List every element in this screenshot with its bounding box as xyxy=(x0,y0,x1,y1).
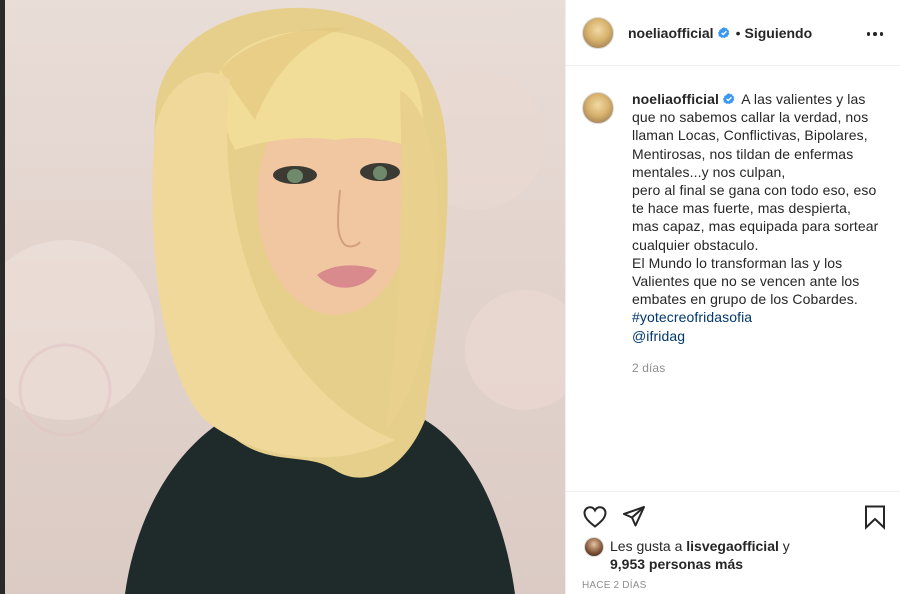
caption-line: mas capaz, mas equipada para sortear xyxy=(632,218,879,235)
likes-count[interactable]: 9,953 personas más xyxy=(610,556,743,572)
liker-avatar[interactable] xyxy=(584,537,604,557)
post-header: noeliaofficial • Siguiendo xyxy=(566,0,900,66)
post-photo[interactable] xyxy=(5,0,565,594)
caption-line: cualquier obstaculo. xyxy=(632,236,759,253)
author-avatar[interactable] xyxy=(582,16,614,49)
caption-line: que no sabemos callar la verdad, nos xyxy=(632,109,869,126)
caption-line: Valientes que no se vencen ante los xyxy=(632,273,860,290)
likes-conjunction: y xyxy=(782,538,790,554)
author-username[interactable]: noeliaofficial xyxy=(628,25,714,41)
caption-line: pero al final se gana con todo eso, eso xyxy=(632,182,877,199)
likes-summary: Les gusta a lisvegaofficial y 9,953 pers… xyxy=(584,537,884,573)
caption-line: te hace mas fuerte, mas despierta, xyxy=(632,200,851,217)
post-side-panel: noeliaofficial • Siguiendo noeliaofficia… xyxy=(565,0,900,594)
caption-author-avatar[interactable] xyxy=(582,92,614,124)
caption-first-line: noeliaofficial A las valientes y las xyxy=(632,90,878,108)
caption-line: El Mundo lo transforman las y los xyxy=(632,254,843,271)
caption-username[interactable]: noeliaofficial xyxy=(632,91,719,107)
caption-text: noeliaofficial A las valientes y las que… xyxy=(632,90,878,377)
liker-username[interactable]: lisvegaofficial xyxy=(686,538,779,554)
mention-link[interactable]: @ifridag xyxy=(632,327,878,345)
comment-timestamp[interactable]: 2 días xyxy=(632,359,878,377)
heart-icon[interactable] xyxy=(582,504,608,530)
post-actions-bar xyxy=(566,491,900,543)
following-button[interactable]: Siguiendo xyxy=(744,25,812,41)
post-date[interactable]: HACE 2 DÍAS xyxy=(582,580,646,591)
caption-line: llaman Locas, Conflictivas, Bipolares, xyxy=(632,127,868,144)
caption-line: Mentirosas, nos tildan de enfermas xyxy=(632,145,854,162)
more-options-icon[interactable] xyxy=(865,24,885,44)
caption-comment: noeliaofficial A las valientes y las que… xyxy=(582,90,887,377)
bookmark-icon[interactable] xyxy=(862,504,888,530)
likes-prefix: Les gusta a xyxy=(610,538,683,554)
caption-line: A las valientes y las xyxy=(741,91,866,107)
likes-text: Les gusta a lisvegaofficial y 9,953 pers… xyxy=(610,537,790,573)
caption-line: embates en grupo de los Cobardes. xyxy=(632,291,858,308)
verified-badge-icon xyxy=(722,93,735,105)
paper-plane-icon[interactable] xyxy=(621,504,647,530)
verified-badge-icon xyxy=(717,26,729,38)
header-separator: • xyxy=(735,24,741,41)
caption-line: mentales...y nos culpan, xyxy=(632,163,786,180)
hashtag-link[interactable]: #yotecreofridasofia xyxy=(632,308,878,326)
